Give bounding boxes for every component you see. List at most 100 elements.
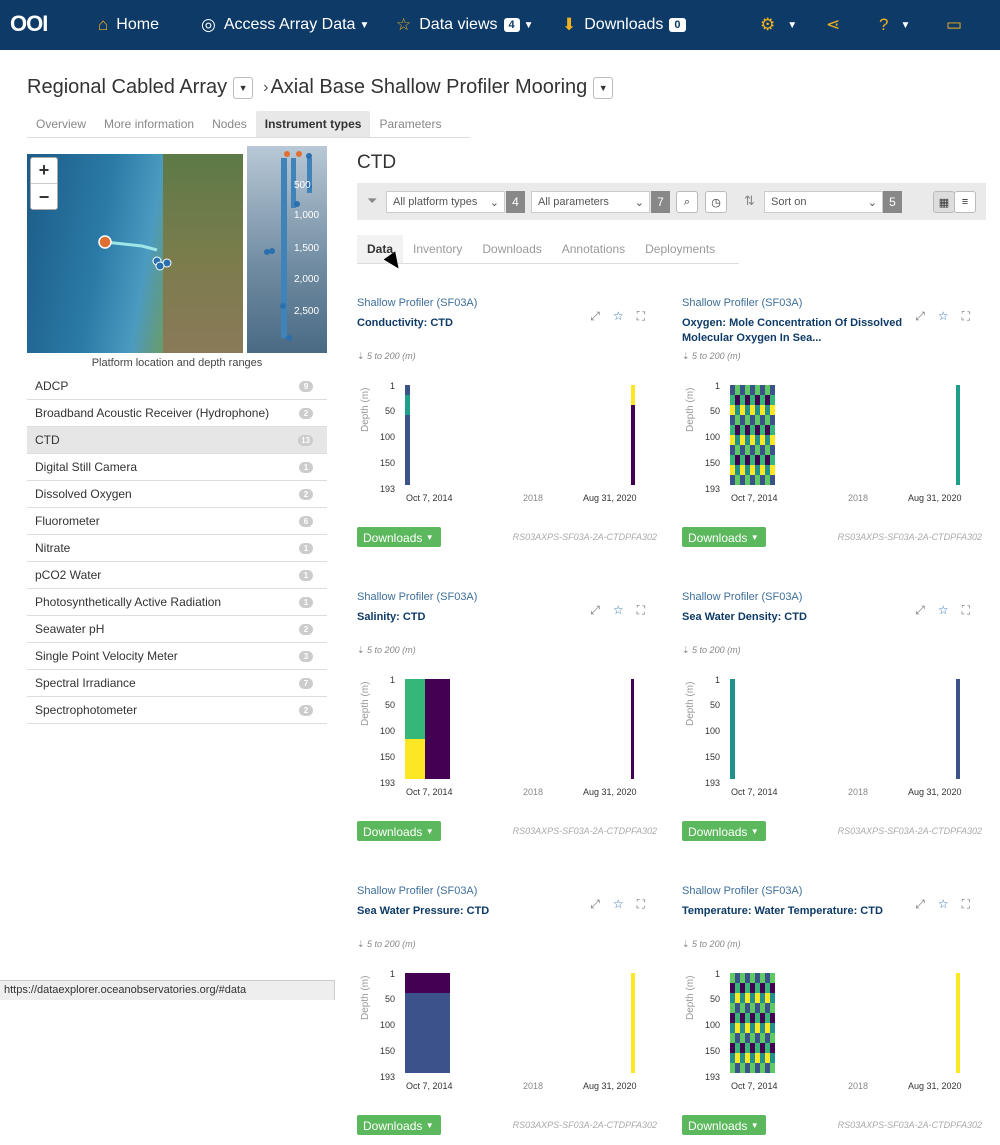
downloads-button[interactable]: Downloads ▼ (682, 1115, 766, 1135)
instrument-type-item[interactable]: Broadband Acoustic Receiver (Hydrophone)… (27, 400, 327, 427)
heatmap-cell (420, 1023, 425, 1033)
instrument-type-item[interactable]: pCO2 Water 1 (27, 562, 327, 589)
downloads-button[interactable]: Downloads ▼ (682, 821, 766, 841)
tab-overview[interactable]: Overview (27, 111, 95, 137)
card-title[interactable]: Sea Water Pressure: CTD (357, 904, 589, 919)
tab-deployments[interactable]: Deployments (635, 235, 725, 263)
platform-type-select[interactable]: All platform types ⌄ (386, 191, 505, 213)
depth-tick: 1,500 (294, 243, 320, 254)
card-title[interactable]: Conductivity: CTD (357, 316, 589, 331)
heatmap-cell (770, 1063, 775, 1073)
star-icon[interactable]: ☆ (938, 603, 949, 618)
parameters-select[interactable]: All parameters ⌄ (531, 191, 650, 213)
instrument-type-item[interactable]: Digital Still Camera 1 (27, 454, 327, 481)
card-actions: ⤢ ☆ ⛶ (590, 603, 645, 618)
fullscreen-icon[interactable]: ⛶ (962, 603, 970, 618)
fullscreen-icon[interactable]: ⛶ (962, 897, 970, 912)
instrument-type-item[interactable]: Dissolved Oxygen 2 (27, 481, 327, 508)
heatmap-plot[interactable] (730, 385, 970, 485)
ooi-logo[interactable]: OOI (10, 11, 48, 37)
card-title[interactable]: Salinity: CTD (357, 610, 589, 625)
list-view-button[interactable]: ≡ (954, 191, 976, 213)
heatmap-cell (420, 759, 425, 769)
instrument-type-item[interactable]: Nitrate 1 (27, 535, 327, 562)
heatmap-cell (430, 689, 435, 699)
nav-help[interactable]: ? ▼ (879, 0, 910, 50)
downloads-button[interactable]: Downloads ▼ (357, 1115, 441, 1135)
nav-share[interactable]: ⋖ (826, 0, 848, 50)
star-icon[interactable]: ☆ (938, 897, 949, 912)
expand-icon[interactable]: ⤢ (590, 309, 600, 324)
star-icon[interactable]: ☆ (613, 309, 624, 324)
nav-feedback[interactable]: ▭ (946, 0, 970, 50)
heatmap-plot[interactable] (730, 973, 970, 1073)
zoom-in-button[interactable]: + (31, 158, 57, 184)
tab-inventory[interactable]: Inventory (403, 235, 472, 263)
tab-annotations[interactable]: Annotations (552, 235, 635, 263)
nav-settings[interactable]: ⚙ ▼ (760, 0, 797, 50)
instrument-type-item[interactable]: Single Point Velocity Meter 3 (27, 643, 327, 670)
nav-home[interactable]: ⌂ Home (98, 0, 159, 50)
heatmap-cell (750, 1033, 755, 1043)
zoom-out-button[interactable]: − (31, 184, 57, 210)
expand-icon[interactable]: ⤢ (915, 309, 925, 324)
star-icon[interactable]: ☆ (613, 603, 624, 618)
search-button[interactable]: ⌕ (676, 191, 698, 213)
heatmap-plot[interactable] (405, 385, 645, 485)
tab-downloads[interactable]: Downloads (472, 235, 551, 263)
instrument-type-item[interactable]: Fluorometer 6 (27, 508, 327, 535)
instrument-type-item[interactable]: Spectrophotometer 2 (27, 697, 327, 724)
tab-more-information[interactable]: More information (95, 111, 203, 137)
array-dropdown-button[interactable]: ▼ (233, 76, 254, 99)
breadcrumb-site[interactable]: Axial Base Shallow Profiler Mooring (270, 76, 587, 99)
expand-icon[interactable]: ⤢ (590, 897, 600, 912)
fullscreen-icon[interactable]: ⛶ (637, 603, 645, 618)
heatmap-cell (745, 465, 750, 475)
card-platform[interactable]: Shallow Profiler (SF03A) (682, 297, 802, 309)
star-icon[interactable]: ☆ (613, 897, 624, 912)
downloads-button[interactable]: Downloads ▼ (357, 527, 441, 547)
downloads-button[interactable]: Downloads ▼ (682, 527, 766, 547)
instrument-type-item[interactable]: ADCP 9 (27, 373, 327, 400)
card-title[interactable]: Oxygen: Mole Concentration Of Dissolved … (682, 316, 914, 346)
fullscreen-icon[interactable]: ⛶ (637, 309, 645, 324)
card-title[interactable]: Sea Water Density: CTD (682, 610, 914, 625)
tab-instrument-types[interactable]: Instrument types (255, 111, 371, 137)
sort-select[interactable]: Sort on ⌄ (764, 191, 883, 213)
heatmap-cell (430, 1033, 435, 1043)
breadcrumb-array[interactable]: Regional Cabled Array (27, 76, 227, 99)
card-platform[interactable]: Shallow Profiler (SF03A) (357, 885, 477, 897)
downloads-button[interactable]: Downloads ▼ (357, 821, 441, 841)
instrument-type-item[interactable]: Spectral Irradiance 7 (27, 670, 327, 697)
nav-downloads[interactable]: ⬇ Downloads 0 (562, 0, 686, 50)
parameters-value: All parameters (538, 196, 609, 208)
expand-icon[interactable]: ⤢ (915, 897, 925, 912)
data-card: Shallow Profiler (SF03A) Oxygen: Mole Co… (682, 297, 982, 557)
heatmap-plot[interactable] (405, 679, 645, 779)
fullscreen-icon[interactable]: ⛶ (962, 309, 970, 324)
expand-icon[interactable]: ⤢ (590, 603, 600, 618)
instrument-type-item[interactable]: Seawater pH 2 (27, 616, 327, 643)
instrument-type-item[interactable]: Photosynthetically Active Radiation 1 (27, 589, 327, 616)
time-filter-button[interactable]: ◷ (705, 191, 727, 213)
card-platform[interactable]: Shallow Profiler (SF03A) (357, 591, 477, 603)
star-icon[interactable]: ☆ (938, 309, 949, 324)
site-dropdown-button[interactable]: ▼ (593, 76, 614, 99)
card-platform[interactable]: Shallow Profiler (SF03A) (682, 591, 802, 603)
nav-access-array-data[interactable]: ◎ Access Array Data ▼ (201, 0, 369, 50)
tab-nodes[interactable]: Nodes (203, 111, 256, 137)
card-platform[interactable]: Shallow Profiler (SF03A) (682, 885, 802, 897)
card-platform[interactable]: Shallow Profiler (SF03A) (357, 297, 477, 309)
platform-map[interactable]: + − (27, 154, 243, 353)
heatmap-plot[interactable] (405, 973, 645, 1073)
grid-view-button[interactable]: ▦ (933, 191, 955, 213)
heatmap-plot[interactable] (730, 679, 970, 779)
nav-data-views[interactable]: ☆ Data views 4 ▼ (396, 0, 534, 50)
tab-parameters[interactable]: Parameters (370, 111, 450, 137)
y-tick-label: 1 (389, 675, 395, 685)
instrument-type-item-active[interactable]: CTD 13 (27, 427, 327, 454)
card-title[interactable]: Temperature: Water Temperature: CTD (682, 904, 914, 919)
heatmap-cell (730, 415, 735, 425)
expand-icon[interactable]: ⤢ (915, 603, 925, 618)
fullscreen-icon[interactable]: ⛶ (637, 897, 645, 912)
